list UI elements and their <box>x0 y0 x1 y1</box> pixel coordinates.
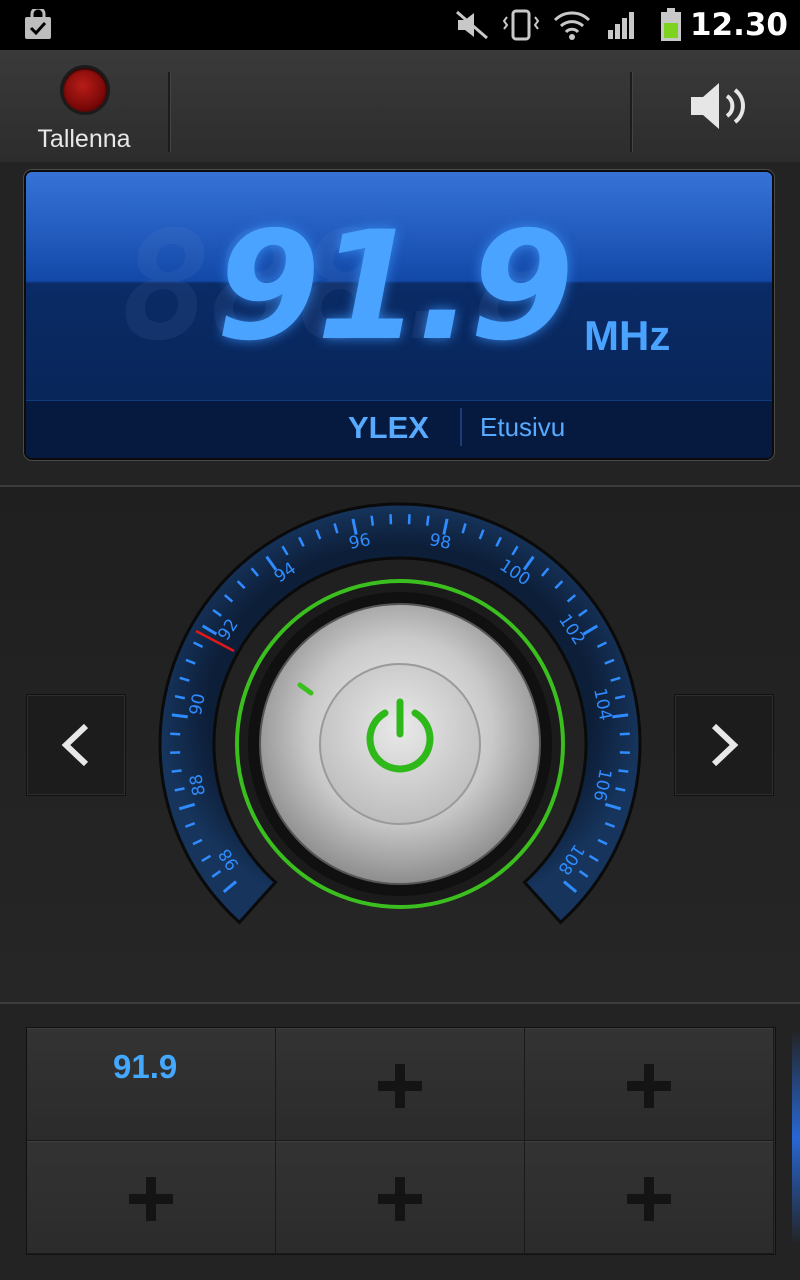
dial-tick <box>370 515 375 526</box>
wifi-icon <box>552 0 592 50</box>
preset-button-2[interactable] <box>276 1028 525 1141</box>
signal-icon <box>604 0 638 50</box>
speaker-icon <box>691 83 745 129</box>
knob-center <box>319 663 481 825</box>
preset-button-3[interactable] <box>525 1028 774 1141</box>
dial-tick <box>171 769 182 773</box>
plus-icon <box>376 1175 424 1223</box>
frequency-value: 91.9 <box>216 200 574 374</box>
display-divider <box>460 408 462 446</box>
station-name: YLEX <box>348 410 429 445</box>
mute-icon <box>452 0 492 50</box>
dial-label: 88 <box>186 772 210 797</box>
dial-label: 98 <box>428 530 453 554</box>
speaker-button[interactable] <box>640 50 800 162</box>
record-icon <box>63 68 107 112</box>
tuner-panel: 98 88 90 92 94 96 98 100 102 104 106 108 <box>0 485 800 1004</box>
dial-label: 96 <box>347 530 372 554</box>
frequency-unit: MHz <box>584 312 671 359</box>
plus-icon <box>127 1175 175 1223</box>
preset-grid: 91.9 <box>26 1027 776 1255</box>
status-bar: 12.30 <box>0 0 800 50</box>
toolbar-divider <box>630 72 633 152</box>
toolbar-divider <box>168 72 171 152</box>
dial-tick <box>425 515 430 526</box>
store-notification-icon <box>20 0 56 50</box>
record-button[interactable]: Tallenna <box>0 50 168 162</box>
plus-icon <box>625 1175 673 1223</box>
preset-button-4[interactable] <box>27 1141 276 1254</box>
frequency-display: 888.8 91.9 MHz YLEX Etusivu <box>26 172 772 458</box>
preset-label: 91.9 <box>113 1048 178 1085</box>
scroll-edge-glow <box>792 1030 800 1245</box>
dial-tick <box>171 713 188 719</box>
dial-label: 90 <box>186 692 210 717</box>
preset-button-1[interactable]: 91.9 <box>27 1028 276 1141</box>
status-clock: 12.30 <box>689 7 788 43</box>
battery-icon <box>656 0 686 50</box>
plus-icon <box>625 1062 673 1110</box>
top-toolbar: Tallenna <box>0 50 800 162</box>
preset-button-5[interactable] <box>276 1141 525 1254</box>
station-home-link[interactable]: Etusivu <box>480 412 565 443</box>
plus-icon <box>376 1062 424 1110</box>
dial-tick <box>618 769 629 773</box>
record-label: Tallenna <box>37 125 131 153</box>
tuning-dial[interactable]: 988890929496 98100102104106108 <box>0 487 800 1002</box>
preset-button-6[interactable] <box>525 1141 774 1254</box>
vibrate-icon <box>500 0 542 50</box>
